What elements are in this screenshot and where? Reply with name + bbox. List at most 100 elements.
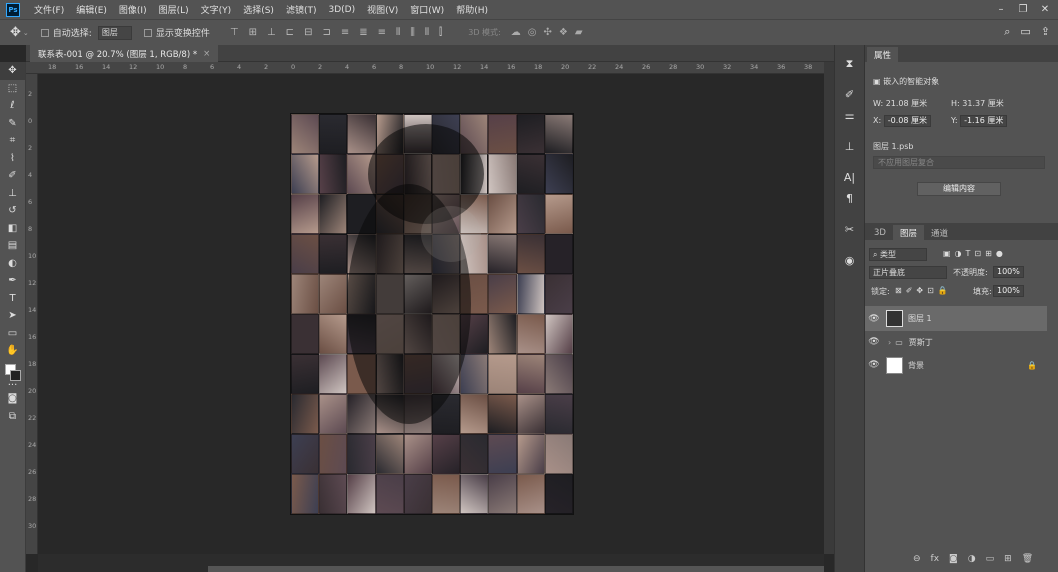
hand-tool-icon[interactable]: ✋ (0, 342, 25, 360)
fill-field[interactable]: 100% (993, 285, 1024, 297)
distribute-top-icon[interactable]: ≡ (341, 27, 349, 38)
menu-file[interactable]: 文件(F) (28, 3, 70, 16)
close-tab-icon[interactable]: × (203, 49, 210, 59)
align-vcenter-icon[interactable]: ⊞ (249, 27, 257, 38)
align-top-icon[interactable]: ⊤ (230, 27, 239, 38)
document-tab[interactable]: 联系表-001 @ 20.7% (图层 1, RGB/8) * × (30, 45, 219, 62)
menu-image[interactable]: 图像(I) (113, 3, 153, 16)
restore-icon[interactable]: ❐ (1012, 0, 1034, 19)
lasso-tool-icon[interactable]: ℓ (0, 97, 25, 115)
orbit-3d-icon[interactable]: ☁ (511, 27, 521, 38)
x-position-field[interactable]: -0.08 厘米 (883, 115, 931, 127)
rectangle-tool-icon[interactable]: ▭ (0, 325, 25, 343)
width-value[interactable]: 21.08 厘米 (886, 99, 927, 108)
auto-select-dropdown[interactable]: 图层 (97, 25, 132, 40)
dodge-tool-icon[interactable]: ◐ (0, 255, 25, 273)
edit-contents-button[interactable]: 编辑内容 (917, 182, 1001, 196)
3d-scene-icon[interactable]: ◉ (835, 250, 864, 271)
tab-layers[interactable]: 图层 (892, 225, 924, 240)
visibility-eye-icon[interactable]: 👁 (865, 360, 883, 370)
link-layers-icon[interactable]: ⊖ (913, 554, 921, 564)
visibility-eye-icon[interactable]: 👁 (865, 314, 883, 324)
distribute-bottom-icon[interactable]: ≡ (378, 27, 386, 38)
eyedropper-tool-icon[interactable]: ⌇ (0, 150, 25, 168)
share-icon[interactable]: ⇪ (1041, 25, 1050, 39)
menu-type[interactable]: 文字(Y) (195, 3, 238, 16)
align-bottom-icon[interactable]: ⊥ (267, 27, 276, 38)
opacity-value[interactable]: 100% (993, 266, 1024, 278)
height-value[interactable]: 31.37 厘米 (962, 99, 1003, 108)
align-left-icon[interactable]: ⊏ (286, 27, 294, 38)
menu-3d[interactable]: 3D(D) (322, 5, 361, 15)
menu-filter[interactable]: 滤镜(T) (280, 3, 323, 16)
move-tool-preset-icon[interactable]: ✥ (10, 25, 21, 40)
quick-mask-icon[interactable]: ◙ (0, 390, 25, 408)
pan-3d-icon[interactable]: ✣ (543, 27, 551, 38)
search-icon[interactable]: ⌕ (1004, 25, 1010, 39)
history-panel-icon[interactable]: ⧗ (835, 53, 864, 74)
chevron-down-icon[interactable]: ⌄ (23, 29, 29, 37)
fill-value[interactable]: 100% (993, 285, 1024, 297)
align-hcenter-icon[interactable]: ⊟ (304, 27, 312, 38)
distribute-left-icon[interactable]: ⫴ (396, 27, 400, 38)
menu-select[interactable]: 选择(S) (237, 3, 280, 16)
show-transform-checkbox[interactable] (143, 28, 152, 37)
menu-layer[interactable]: 图层(L) (153, 3, 195, 16)
opacity-field[interactable]: 100% (993, 266, 1024, 278)
distribute-right-icon[interactable]: ⫴ (425, 27, 429, 38)
delete-layer-icon[interactable]: 🗑 (1022, 554, 1033, 564)
menu-edit[interactable]: 编辑(E) (70, 3, 113, 16)
crop-tool-icon[interactable]: ⌗ (0, 132, 25, 150)
history-brush-icon[interactable]: ↺ (0, 202, 25, 220)
add-mask-icon[interactable]: ◙ (949, 554, 958, 564)
new-layer-icon[interactable]: ⊞ (1004, 554, 1012, 564)
visibility-eye-icon[interactable]: 👁 (865, 337, 883, 347)
slide-3d-icon[interactable]: ❖ (559, 27, 568, 38)
tab-channels[interactable]: 通道 (924, 225, 955, 240)
paragraph-panel-icon[interactable]: ¶ (835, 188, 864, 209)
scrollbar-thumb[interactable] (208, 566, 824, 572)
background-color-swatch[interactable] (10, 370, 21, 381)
lock-icons[interactable]: ⊠✐✥⊡🔒 (895, 286, 952, 295)
gradient-tool-icon[interactable]: ▤ (0, 237, 25, 255)
fx-icon[interactable]: fx (931, 554, 940, 564)
workspace-icon[interactable]: ▭ (1020, 25, 1030, 39)
layer-row-group[interactable]: 👁 › ▭ 贾斯丁 (865, 331, 1047, 353)
tab-3d[interactable]: 3D (867, 225, 893, 240)
photo-mosaic-artwork[interactable] (291, 114, 573, 514)
pen-tool-icon[interactable]: ✒ (0, 272, 25, 290)
eraser-tool-icon[interactable]: ◧ (0, 220, 25, 238)
type-tool-icon[interactable]: T (0, 290, 25, 308)
auto-select-checkbox[interactable] (40, 28, 49, 37)
menu-window[interactable]: 窗口(W) (404, 3, 450, 16)
move-tool-icon[interactable]: ✥ (0, 62, 25, 80)
adjustments-icon[interactable]: ⚌ (835, 105, 864, 126)
layer-comp-select[interactable]: 不应用图层复合 (873, 156, 1045, 169)
new-group-icon[interactable]: ▭ (986, 554, 995, 564)
blend-mode-select[interactable]: 正片叠底 (869, 266, 947, 279)
character-panel-icon[interactable]: A| (835, 167, 864, 188)
marquee-tool-icon[interactable]: ⬚ (0, 80, 25, 98)
horizontal-scrollbar[interactable] (38, 554, 824, 572)
tab-properties[interactable]: 属性 (867, 47, 899, 62)
expand-group-icon[interactable]: › (888, 338, 891, 347)
layer-row-background[interactable]: 👁 背景 🔒 (865, 353, 1047, 377)
vertical-scrollbar[interactable] (824, 62, 834, 554)
auto-align-icon[interactable]: ⫿ (439, 27, 442, 38)
tools-options-icon[interactable]: ✂ (835, 219, 864, 240)
clone-source-icon[interactable]: ⊥ (835, 136, 864, 157)
path-select-tool-icon[interactable]: ➤ (0, 307, 25, 325)
menu-view[interactable]: 视图(V) (361, 3, 404, 16)
layer-filter-select[interactable]: ⌕ 类型 (869, 248, 927, 261)
screen-mode-icon[interactable]: ⧉ (0, 408, 25, 426)
layer-row-layer1[interactable]: 👁 图层 1 (865, 306, 1047, 331)
filter-kind-icons[interactable]: ▣◑T⊡⊞● (943, 249, 1007, 258)
distribute-hcenter-icon[interactable]: ⫼ (410, 27, 415, 38)
brush-tool-icon[interactable]: ✐ (0, 167, 25, 185)
menu-help[interactable]: 帮助(H) (450, 3, 494, 16)
distribute-vcenter-icon[interactable]: ≣ (359, 27, 367, 38)
roll-3d-icon[interactable]: ◎ (528, 27, 537, 38)
stamp-tool-icon[interactable]: ⊥ (0, 185, 25, 203)
close-window-icon[interactable]: ✕ (1034, 0, 1056, 19)
quick-select-tool-icon[interactable]: ✎ (0, 115, 25, 133)
